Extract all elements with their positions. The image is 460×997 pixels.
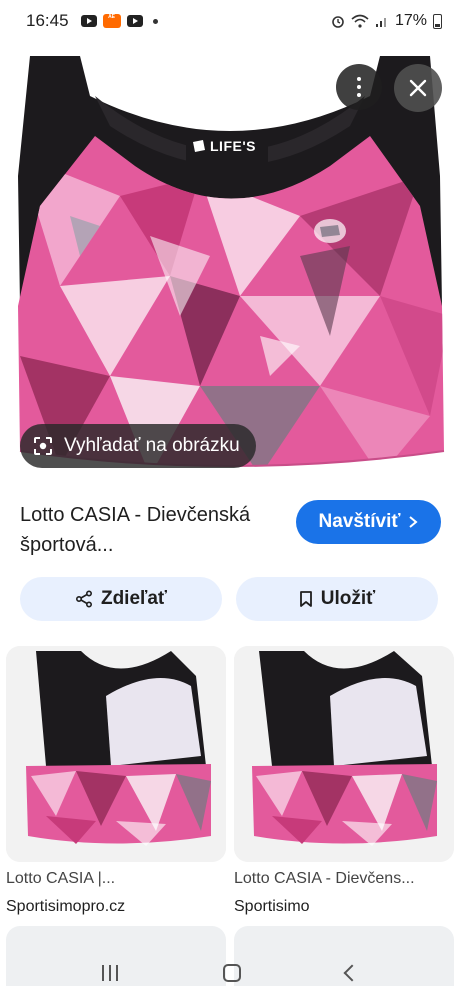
- aliexpress-icon: AE: [102, 14, 121, 28]
- battery-percent: 17%: [394, 12, 427, 29]
- save-button[interactable]: Uložiť: [236, 577, 438, 621]
- lens-icon: [34, 437, 52, 455]
- home-button[interactable]: [222, 963, 241, 982]
- share-icon: [75, 590, 92, 608]
- wifi-icon: [351, 14, 369, 28]
- related-result-source: Sportisimo: [234, 898, 310, 915]
- status-left: 16:45 AE: [26, 11, 158, 31]
- result-title[interactable]: Lotto CASIA - Dievčenská športová...: [20, 500, 280, 560]
- lotto-logo-icon: [314, 219, 346, 243]
- signal-icon: [375, 18, 386, 27]
- visit-button[interactable]: Navštíviť: [296, 500, 441, 544]
- close-icon: [409, 79, 427, 97]
- back-button[interactable]: [343, 964, 361, 981]
- brand-label-text: LIFE'S: [210, 138, 256, 154]
- youtube-icon: [126, 15, 143, 27]
- save-label: Uložiť: [320, 588, 376, 609]
- more-notifications-icon: [152, 18, 158, 24]
- sports-bra-back-image: [234, 646, 454, 862]
- more-vert-icon: [357, 75, 361, 99]
- related-result-image: [6, 646, 226, 862]
- more-options-button[interactable]: [336, 64, 382, 110]
- related-result-image: [234, 646, 454, 862]
- search-in-image-chip[interactable]: Vyhľadať na obrázku: [20, 424, 256, 468]
- youtube-icon: [80, 15, 97, 27]
- recent-apps-button[interactable]: [102, 964, 119, 981]
- sports-bra-back-image: [6, 646, 226, 862]
- close-button[interactable]: [394, 64, 442, 112]
- alarm-icon: [332, 16, 344, 28]
- clock: 16:45: [26, 11, 69, 30]
- related-result-card[interactable]: Lotto CASIA |... Sportisimopro.cz: [6, 646, 226, 916]
- related-result-title: Lotto CASIA |...: [6, 870, 116, 887]
- lens-chip-label: Vyhľadať na obrázku: [64, 435, 240, 456]
- share-label: Zdieľať: [100, 588, 168, 609]
- related-result-source: Sportisimopro.cz: [6, 898, 126, 915]
- related-result-card[interactable]: Lotto CASIA - Dievčens... Sportisimo: [234, 646, 454, 916]
- battery-icon: [433, 13, 442, 29]
- system-nav-bar: [0, 948, 460, 997]
- share-button[interactable]: Zdieľať: [20, 577, 222, 621]
- chevron-right-icon: [409, 516, 419, 528]
- status-right: 17%: [331, 12, 442, 30]
- status-bar: 16:45 AE 17%: [0, 0, 460, 42]
- related-result-title: Lotto CASIA - Dievčens...: [234, 870, 415, 887]
- bookmark-icon: [299, 591, 312, 607]
- visit-label: Navštíviť: [318, 511, 401, 532]
